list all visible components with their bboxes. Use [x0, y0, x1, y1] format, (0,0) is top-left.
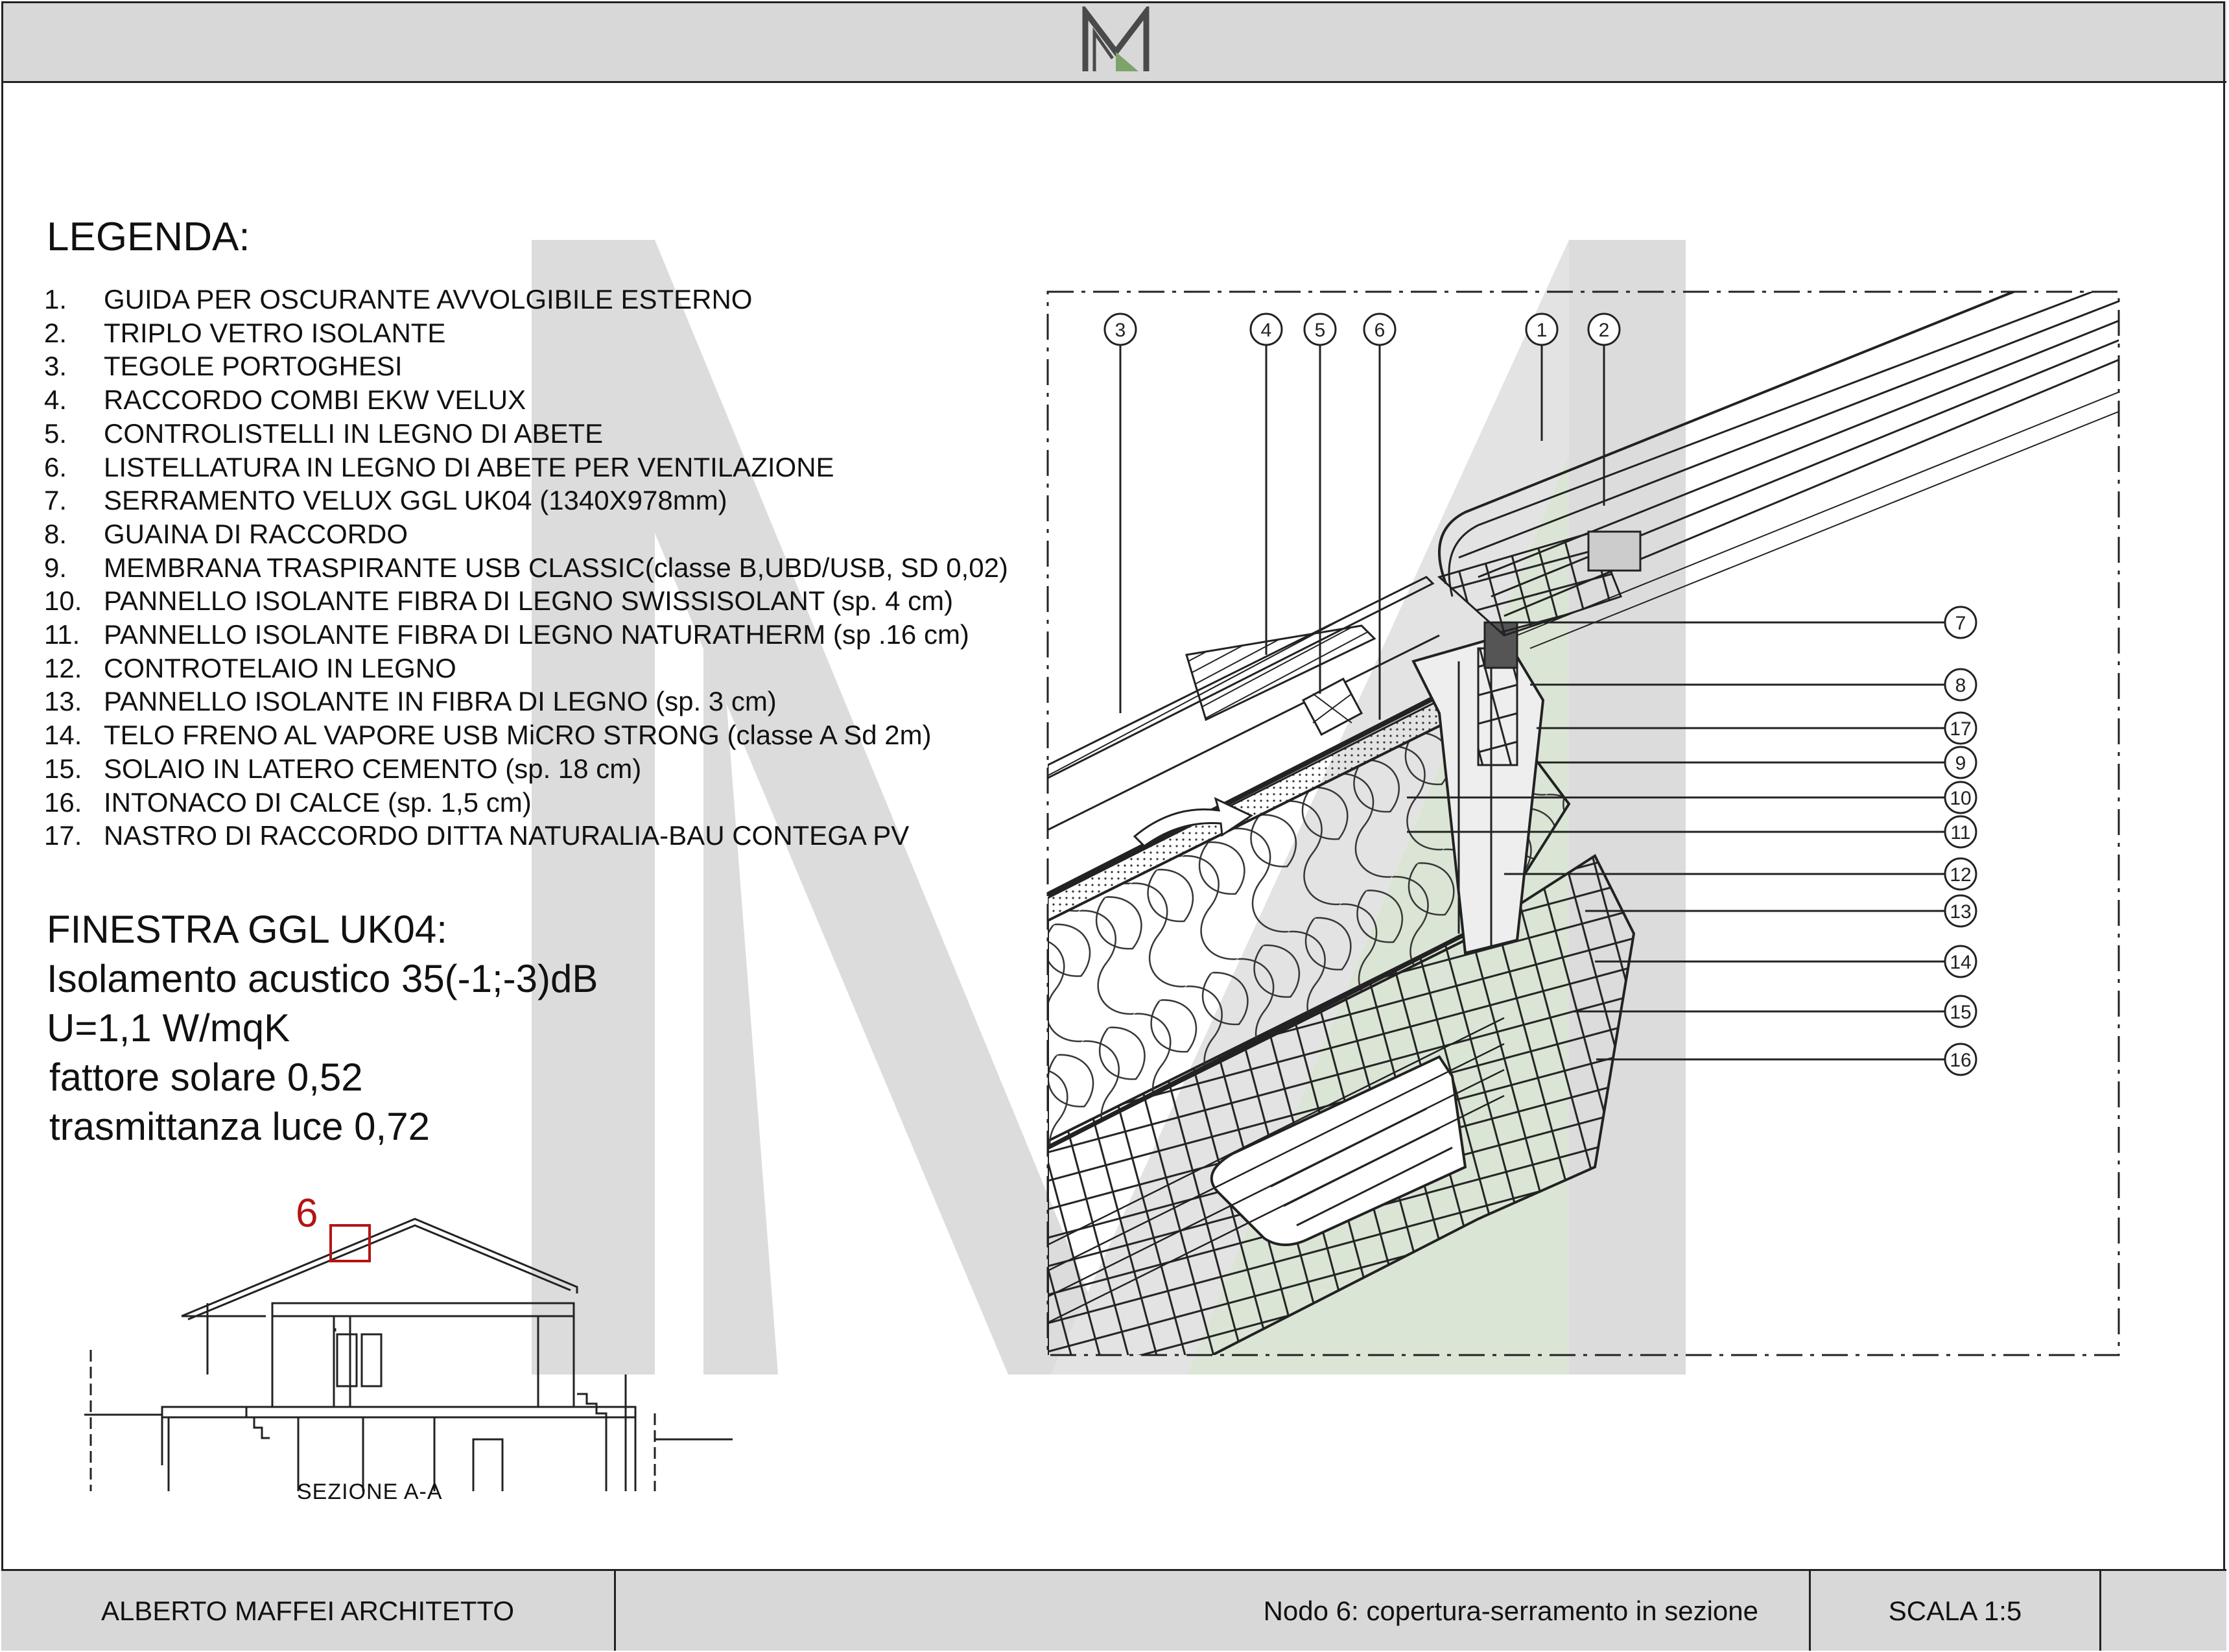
drawing-title-cell: Nodo 6: copertura-serramento in sezione	[616, 1571, 1809, 1651]
divider	[2099, 1571, 2101, 1651]
sheet-border	[1, 1, 2225, 1649]
author-name: ALBERTO MAFFEI ARCHITETTO	[100, 1595, 515, 1626]
drawing-title: Nodo 6: copertura-serramento in sezione	[1263, 1595, 1758, 1626]
scale-label: SCALA 1:5	[1888, 1595, 2022, 1626]
title-block: ALBERTO MAFFEI ARCHITETTO Nodo 6: copert…	[1, 1569, 2226, 1651]
author-cell: ALBERTO MAFFEI ARCHITETTO	[1, 1571, 614, 1651]
scale-cell: SCALA 1:5	[1811, 1571, 2099, 1651]
